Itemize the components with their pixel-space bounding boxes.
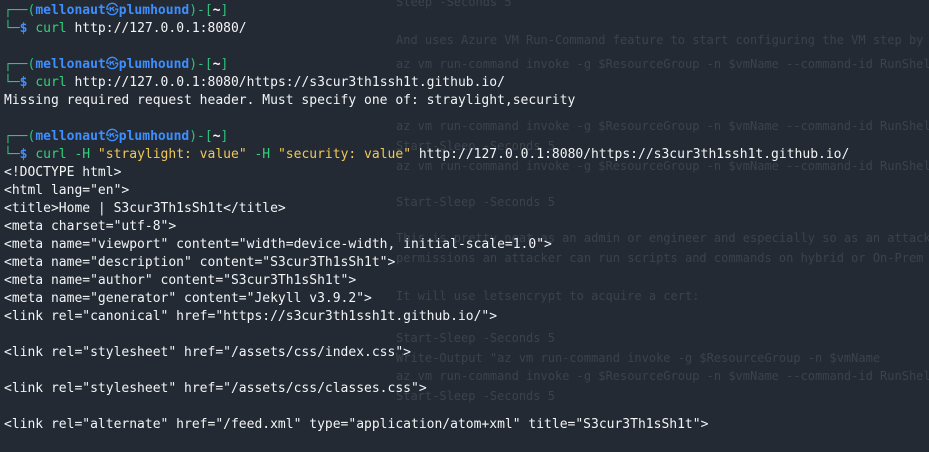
command-arg: -H xyxy=(246,147,271,162)
output-line: <!DOCTYPE html> xyxy=(4,165,122,180)
output-line: <html lang="en"> xyxy=(4,183,130,198)
prompt-bracket-close: ] xyxy=(220,129,229,144)
command-arg: http://127.0.0.1:8080/https://s3cur3th1s… xyxy=(411,147,850,162)
prompt-corner-top: ┌──( xyxy=(4,3,36,18)
prompt-host: plumhound xyxy=(118,3,190,18)
command-name: curl xyxy=(35,75,67,90)
output-line: <meta name="description" content="S3cur3… xyxy=(4,255,396,270)
output-line: <link rel="alternate" href="/feed.xml" t… xyxy=(4,417,709,432)
command-line[interactable]: └─$ curl http://127.0.0.1:8080/https://s… xyxy=(4,74,929,92)
skull-icon: ㉿ xyxy=(105,129,119,144)
terminal-window[interactable]: ┌──(mellonaut㉿plumhound)-[~] └─$ curl htt… xyxy=(4,2,929,434)
output-line: <meta name="generator" content="Jekyll v… xyxy=(4,291,372,306)
prompt-user: mellonaut xyxy=(35,129,106,144)
prompt-user: mellonaut xyxy=(35,57,106,72)
command-line[interactable]: └─$ curl http://127.0.0.1:8080/ xyxy=(4,20,929,38)
output-line: <link rel="stylesheet" href="/assets/css… xyxy=(4,345,411,360)
output-line: <link rel="stylesheet" href="/assets/css… xyxy=(4,381,427,396)
prompt-bracket-close: ] xyxy=(220,3,229,18)
output-line: <title>Home | S3cur3Th1sSh1t</title> xyxy=(4,201,286,216)
skull-icon: ㉿ xyxy=(105,57,119,72)
prompt-host: plumhound xyxy=(118,129,190,144)
prompt-user: mellonaut xyxy=(35,3,106,18)
output-line: <meta name="author" content="S3cur3Th1sS… xyxy=(4,273,357,288)
output-line: <meta name="viewport" content="width=dev… xyxy=(4,237,552,252)
prompt-corner-top: ┌──( xyxy=(4,57,36,72)
command-name: curl xyxy=(35,21,67,36)
prompt-corner-bottom: └─ xyxy=(4,147,20,162)
command-arg: "straylight: value" xyxy=(90,147,247,162)
skull-icon: ㉿ xyxy=(105,3,119,18)
command-arg: http://127.0.0.1:8080/https://s3cur3th1s… xyxy=(66,75,505,90)
prompt-bracket-close: ] xyxy=(220,57,229,72)
prompt-corner-bottom: └─ xyxy=(4,75,20,90)
prompt-header: ┌──(mellonaut㉿plumhound)-[~] xyxy=(4,56,929,74)
prompt-corner-bottom: └─ xyxy=(4,21,20,36)
prompt-cwd: ~ xyxy=(212,3,221,18)
output-line: <link rel="canonical" href="https://s3cu… xyxy=(4,309,498,324)
command-name: curl xyxy=(35,147,67,162)
output-line: <meta charset="utf-8"> xyxy=(4,219,177,234)
prompt-separator: )-[ xyxy=(189,129,213,144)
prompt-corner-top: ┌──( xyxy=(4,129,36,144)
prompt-separator: )-[ xyxy=(189,3,213,18)
output-line: Missing required request header. Must sp… xyxy=(4,93,576,108)
prompt-host: plumhound xyxy=(118,57,190,72)
prompt-header: ┌──(mellonaut㉿plumhound)-[~] xyxy=(4,2,929,20)
command-arg: http://127.0.0.1:8080/ xyxy=(66,21,247,36)
command-line[interactable]: └─$ curl -H "straylight: value" -H "secu… xyxy=(4,146,929,164)
prompt-cwd: ~ xyxy=(212,129,221,144)
prompt-cwd: ~ xyxy=(212,57,221,72)
command-arg: -H xyxy=(66,147,91,162)
prompt-separator: )-[ xyxy=(189,57,213,72)
prompt-header: ┌──(mellonaut㉿plumhound)-[~] xyxy=(4,128,929,146)
command-arg: "security: value" xyxy=(270,147,412,162)
